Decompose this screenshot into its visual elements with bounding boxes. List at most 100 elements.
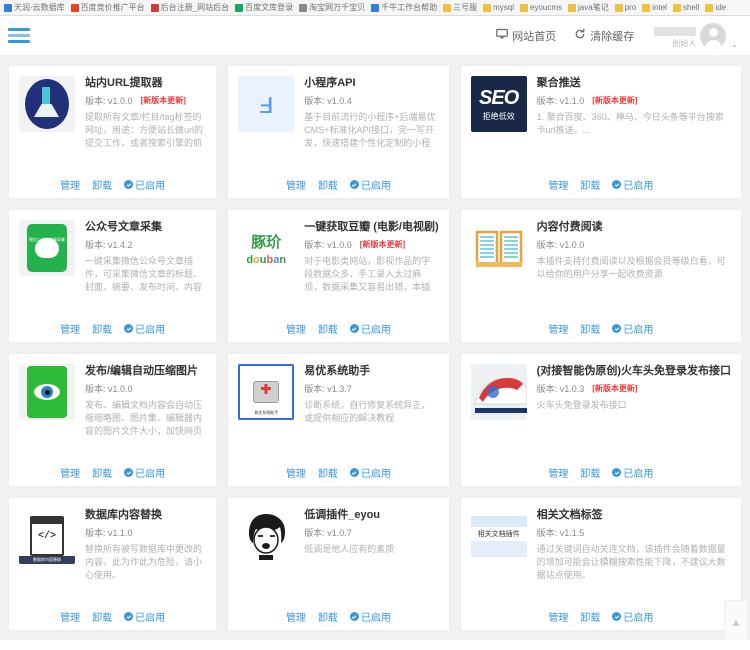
bookmark-item[interactable]: java笔记 <box>566 1 611 15</box>
uninstall-button[interactable]: 卸载 <box>318 465 338 480</box>
app-topbar: 网站首页 清除缓存 创始人 ⌄ <box>0 16 750 56</box>
uninstall-button[interactable]: 卸载 <box>580 177 600 192</box>
uninstall-button[interactable]: 卸载 <box>580 609 600 624</box>
plugin-card: </> 数据库内容替换 数据库内容替换 版本: v1.1.0 替换所有被写数据库中更改的… <box>8 497 218 631</box>
check-icon <box>124 612 134 621</box>
uninstall-button[interactable]: 卸载 <box>92 177 112 192</box>
uninstall-button[interactable]: 卸载 <box>318 609 338 624</box>
bookmark-label: 百度竞价推广平台 <box>80 3 145 12</box>
plugin-info: 低调插件_eyou 版本: v1.0.7 低调是他人应有的素质 <box>304 508 438 605</box>
flask-logo <box>19 76 75 132</box>
uninstall-button[interactable]: 卸载 <box>92 321 112 336</box>
manage-button[interactable]: 管理 <box>286 177 306 192</box>
database-logo: </> 数据库内容替换 <box>19 508 75 564</box>
status-toggle[interactable]: 已启用 <box>124 609 165 624</box>
train-logo <box>470 364 527 420</box>
bookmark-item[interactable]: mysql <box>481 1 516 15</box>
status-toggle[interactable]: 已启用 <box>612 177 653 192</box>
check-icon <box>612 180 622 189</box>
plugin-version-row: 版本: v1.3.7 <box>304 382 438 395</box>
scroll-to-top-button[interactable]: ▲ <box>724 600 748 644</box>
uninstall-button[interactable]: 卸载 <box>318 177 338 192</box>
plugin-actions: 管理 卸载 已启用 <box>471 461 731 480</box>
plugin-title: 相关文档标签 <box>536 509 603 521</box>
uninstall-button[interactable]: 卸载 <box>92 609 112 624</box>
plugin-info: 内容付费阅读 版本: v1.0.0 本插件支持付费阅读以及根据会员等级白看，可以给你… <box>537 220 731 317</box>
manage-button[interactable]: 管理 <box>286 321 306 336</box>
hamburger-icon[interactable] <box>8 25 30 47</box>
seo-logo: SEO 拒绝低效 <box>470 76 527 132</box>
uninstall-button[interactable]: 卸载 <box>580 465 600 480</box>
bookmark-item[interactable]: 后台注册_网站后台 <box>149 1 231 15</box>
manage-button[interactable]: 管理 <box>60 465 80 480</box>
bookmark-item[interactable]: pro <box>613 1 639 15</box>
bookmark-item[interactable]: 百度竞价推广平台 <box>69 1 147 15</box>
bookmark-item[interactable]: 百度文库登录 <box>233 1 295 15</box>
manage-button[interactable]: 管理 <box>286 609 306 624</box>
check-icon <box>349 180 359 189</box>
bookmark-item[interactable]: 天润-云数据库 <box>2 1 67 15</box>
manage-button[interactable]: 管理 <box>286 465 306 480</box>
bookmark-item[interactable]: intel <box>640 1 669 15</box>
user-name-block: 创始人 <box>654 26 697 49</box>
avatar[interactable] <box>700 22 727 49</box>
manage-button[interactable]: 管理 <box>60 321 80 336</box>
plugin-card-body: 相关文档插件 相关文档标签 版本: v1.1.5 通过关键词自动关连文档，该插件会随着… <box>470 508 731 605</box>
status-toggle[interactable]: 已启用 <box>349 609 391 624</box>
chevron-down-icon[interactable]: ⌄ <box>731 40 738 49</box>
manage-button[interactable]: 管理 <box>548 465 568 480</box>
plugin-title: 站内URL提取器 <box>85 77 163 89</box>
clear-cache-button[interactable]: 清除缓存 <box>574 28 634 44</box>
plugin-title: 数据库内容替换 <box>85 509 162 521</box>
bookmark-item[interactable]: ide <box>703 1 728 15</box>
bookmark-item[interactable]: 千牛工作台帮助 <box>369 1 439 15</box>
bookmark-item[interactable]: eyoucms <box>518 1 564 15</box>
status-toggle[interactable]: 已启用 <box>124 465 165 480</box>
page-bottom-strip <box>0 640 750 650</box>
plugin-title: (对接智能伪原创)火车头免登录发布接口 <box>536 365 731 377</box>
plugin-version-row: 版本: v1.0.0 [新版本更新] <box>85 94 206 107</box>
manage-button[interactable]: 管理 <box>548 321 568 336</box>
uninstall-button[interactable]: 卸载 <box>580 321 600 336</box>
bookmark-item[interactable]: 三号服 <box>441 1 479 15</box>
folder-icon <box>483 3 492 12</box>
favicon-icon <box>4 3 12 12</box>
plugin-actions: 管理 卸载 已启用 <box>238 605 438 624</box>
bookmark-label: pro <box>624 3 637 12</box>
manage-button[interactable]: 管理 <box>548 177 568 192</box>
plugin-version: 版本: v1.0.0 <box>536 240 585 250</box>
plugin-info: 易优系统助手 版本: v1.3.7 诊断系统，自行修复系统异正，或提供相应的解决教程 <box>304 364 438 461</box>
status-toggle[interactable]: 已启用 <box>124 321 165 336</box>
bookmark-label: 淘宝网万千宝贝 <box>309 3 366 12</box>
status-toggle[interactable]: 已启用 <box>612 465 653 480</box>
status-toggle[interactable]: 已启用 <box>124 177 165 192</box>
plugin-card: 豚玠 douban 一键获取豆瓣 (电影/电视剧) 版本: v1.0.0 [新版本更新]… <box>227 209 450 343</box>
status-toggle[interactable]: 已启用 <box>349 177 391 192</box>
user-name-redacted <box>654 26 697 36</box>
eye-logo <box>19 364 75 420</box>
status-toggle[interactable]: 已启用 <box>612 321 653 336</box>
bookmark-label: ide <box>715 3 727 12</box>
plugin-actions: 管理 卸载 已启用 <box>19 317 206 336</box>
manage-button[interactable]: 管理 <box>60 609 80 624</box>
plugin-info: 聚合推送 版本: v1.1.0 [新版本更新] 1. 聚合百度、360、神马、今日头条… <box>537 76 731 173</box>
plugin-version-row: 版本: v1.1.0 [新版本更新] <box>537 94 731 107</box>
check-icon <box>124 180 134 189</box>
user-menu[interactable]: 创始人 ⌄ <box>654 22 738 49</box>
manage-button[interactable]: 管理 <box>60 177 80 192</box>
manage-button[interactable]: 管理 <box>548 609 568 624</box>
status-toggle[interactable]: 已启用 <box>349 465 391 480</box>
status-toggle[interactable]: 已启用 <box>349 321 391 336</box>
site-home-link[interactable]: 网站首页 <box>496 28 556 44</box>
bookmark-item[interactable]: 淘宝网万千宝贝 <box>297 1 367 15</box>
bookmark-label: java笔记 <box>578 3 609 12</box>
plugin-description: 低调是他人应有的素质 <box>304 544 395 554</box>
bookmark-item[interactable]: shell <box>671 1 701 15</box>
uninstall-button[interactable]: 卸载 <box>318 321 338 336</box>
book-logo <box>470 220 527 276</box>
plugin-description: 火车头免登录发布接口 <box>536 400 627 410</box>
plugin-version: 版本: v1.0.7 <box>304 528 352 538</box>
plugin-version-row: 版本: v1.1.0 <box>85 526 206 539</box>
uninstall-button[interactable]: 卸载 <box>92 465 112 480</box>
status-toggle[interactable]: 已启用 <box>612 609 653 624</box>
